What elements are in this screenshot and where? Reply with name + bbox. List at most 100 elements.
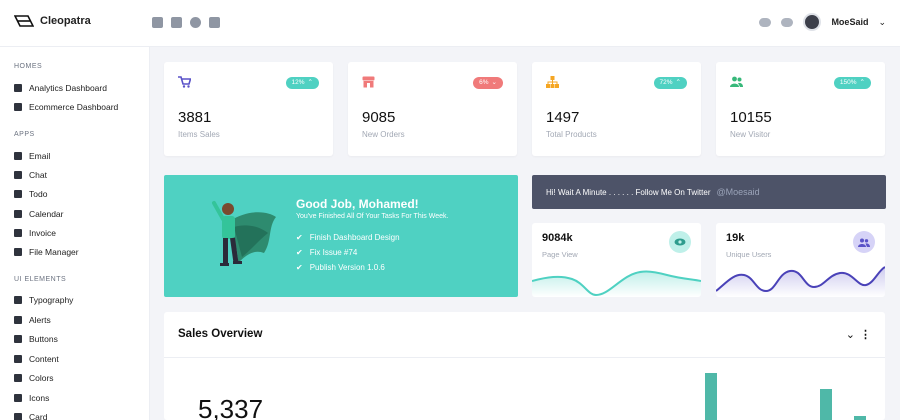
- users-icon: [730, 76, 743, 87]
- store-icon: [362, 76, 375, 88]
- brand[interactable]: Cleopatra: [14, 14, 91, 28]
- chat-icon[interactable]: [171, 17, 182, 28]
- sidebar-item-label: Calendar: [29, 209, 64, 219]
- chevron-double-down-icon[interactable]: ⌄: [846, 328, 855, 341]
- check-icon[interactable]: [190, 17, 201, 28]
- stat-card-new-visitor: 150% ⌃ 10155 New Visitor: [716, 62, 885, 156]
- sidebar-item-label: Alerts: [29, 315, 51, 325]
- sidebar-item-label: Content: [29, 354, 59, 364]
- sidebar-item-file-manager[interactable]: File Manager: [14, 247, 79, 257]
- sidebar-item-label: Todo: [29, 189, 48, 199]
- arrow-down-icon: ⌄: [491, 79, 497, 86]
- twitter-message: Hi! Wait A Minute . . . . . . Follow Me …: [546, 187, 711, 197]
- sidebar-item-todo[interactable]: Todo: [14, 189, 47, 199]
- sidebar-item-email[interactable]: Email: [14, 151, 50, 161]
- card-icon: [14, 413, 22, 420]
- task-item: ✔ Finish Dashboard Design: [296, 233, 400, 242]
- stat-trend-badge: 6% ⌄: [473, 77, 503, 89]
- twitter-handle[interactable]: @Moesaid: [717, 187, 760, 197]
- check-icon: ✔: [296, 248, 303, 257]
- brand-logo-icon: [14, 15, 34, 27]
- task-item: ✔ Fix Issue #74: [296, 248, 357, 257]
- messages-icon[interactable]: [759, 17, 772, 27]
- chevron-down-icon[interactable]: ⌄: [878, 17, 886, 28]
- sidebar-item-typography[interactable]: Typography: [14, 295, 73, 305]
- sidebar-item-chat[interactable]: Chat: [14, 170, 47, 180]
- check-shield-icon: [14, 190, 22, 198]
- task-item: ✔ Publish Version 1.0.6: [296, 263, 385, 272]
- user-name[interactable]: MoeSaid: [831, 17, 868, 27]
- brand-name: Cleopatra: [40, 15, 91, 27]
- more-options-icon[interactable]: ⋮: [860, 328, 871, 341]
- sidebar-item-buttons[interactable]: Buttons: [14, 334, 58, 344]
- top-quick-icons: [152, 17, 220, 28]
- sidebar-item-calendar[interactable]: Calendar: [14, 209, 64, 219]
- users-icon: [853, 231, 875, 253]
- sidebar-item-content[interactable]: Content: [14, 354, 59, 364]
- comments-icon: [14, 171, 22, 179]
- file-icon: [14, 229, 22, 237]
- task-label: Fix Issue #74: [309, 248, 358, 257]
- sidebar-section-apps: APPS: [14, 131, 35, 138]
- mini-stat-label: Unique Users: [726, 250, 772, 259]
- mini-stat-value: 9084k: [542, 232, 573, 244]
- cart-icon: [178, 76, 191, 88]
- bell-icon: [14, 316, 22, 324]
- sidebar-item-card[interactable]: Card: [14, 412, 47, 420]
- arrow-up-icon: ⌃: [675, 79, 681, 86]
- sidebar-item-icons[interactable]: Icons: [14, 393, 49, 403]
- twitter-follow-banner[interactable]: Hi! Wait A Minute . . . . . . Follow Me …: [532, 175, 886, 209]
- sidebar-item-invoice[interactable]: Invoice: [14, 228, 56, 238]
- sidebar-item-label: Email: [29, 151, 51, 161]
- stat-trend-badge: 12% ⌃: [285, 77, 319, 89]
- sidebar-item-label: Invoice: [29, 228, 56, 238]
- text-icon: [14, 296, 22, 304]
- stat-label: New Visitor: [730, 130, 771, 139]
- sidebar-item-label: Icons: [29, 393, 50, 403]
- unique-users-sparkline: [716, 266, 885, 297]
- stat-value: 10155: [730, 109, 772, 126]
- sales-overview-title: Sales Overview: [178, 328, 263, 340]
- sales-bar-chart-partial: [705, 373, 866, 420]
- folder-icon: [14, 248, 22, 256]
- congrats-banner: Good Job, Mohamed! You've Finished All O…: [164, 175, 518, 297]
- calendar-icon: [14, 210, 22, 218]
- sidebar-item-label: Card: [29, 412, 48, 420]
- task-label: Finish Dashboard Design: [309, 233, 400, 242]
- envelope-icon: [14, 152, 22, 160]
- sidebar-item-label: Ecommerce Dashboard: [29, 102, 119, 112]
- sidebar-item-label: Analytics Dashboard: [29, 83, 107, 93]
- check-icon: ✔: [296, 263, 303, 272]
- sidebar-section-homes: HOMES: [14, 63, 43, 70]
- stat-label: New Orders: [362, 130, 405, 139]
- mail-icon[interactable]: [152, 17, 163, 28]
- calendar-icon[interactable]: [209, 17, 220, 28]
- chart-icon: [14, 84, 22, 92]
- sidebar-item-colors[interactable]: Colors: [14, 373, 54, 383]
- palette-icon: [14, 374, 22, 382]
- avatar[interactable]: [803, 13, 822, 31]
- stat-percent: 12%: [291, 79, 305, 86]
- check-icon: ✔: [296, 233, 303, 242]
- pointer-icon: [14, 335, 22, 343]
- sidebar-item-label: Typography: [29, 295, 74, 305]
- arrow-up-icon: ⌃: [307, 79, 313, 86]
- star-icon: [14, 394, 22, 402]
- stat-trend-badge: 72% ⌃: [653, 77, 687, 89]
- stat-value: 9085: [362, 109, 396, 126]
- top-navbar: Cleopatra MoeSaid ⌄: [0, 0, 900, 47]
- sidebar-item-analytics-dashboard[interactable]: Analytics Dashboard: [14, 83, 107, 93]
- sidebar-item-ecommerce-dashboard[interactable]: Ecommerce Dashboard: [14, 102, 118, 112]
- notifications-icon[interactable]: [781, 17, 794, 27]
- sales-overview-card: Sales Overview ⌄ ⋮ 5,337: [164, 312, 885, 420]
- mini-stat-unique-users: 19k Unique Users: [716, 223, 885, 297]
- mini-stat-page-view: 9084k Page View: [532, 223, 701, 297]
- stat-label: Total Products: [546, 130, 597, 139]
- layout-icon: [14, 355, 22, 363]
- eye-icon: [669, 231, 691, 253]
- top-right-area: MoeSaid ⌄: [759, 13, 886, 31]
- sidebar-item-alerts[interactable]: Alerts: [14, 315, 51, 325]
- stat-value: 3881: [178, 109, 212, 126]
- stat-card-new-orders: 6% ⌄ 9085 New Orders: [348, 62, 517, 156]
- task-label: Publish Version 1.0.6: [309, 263, 385, 272]
